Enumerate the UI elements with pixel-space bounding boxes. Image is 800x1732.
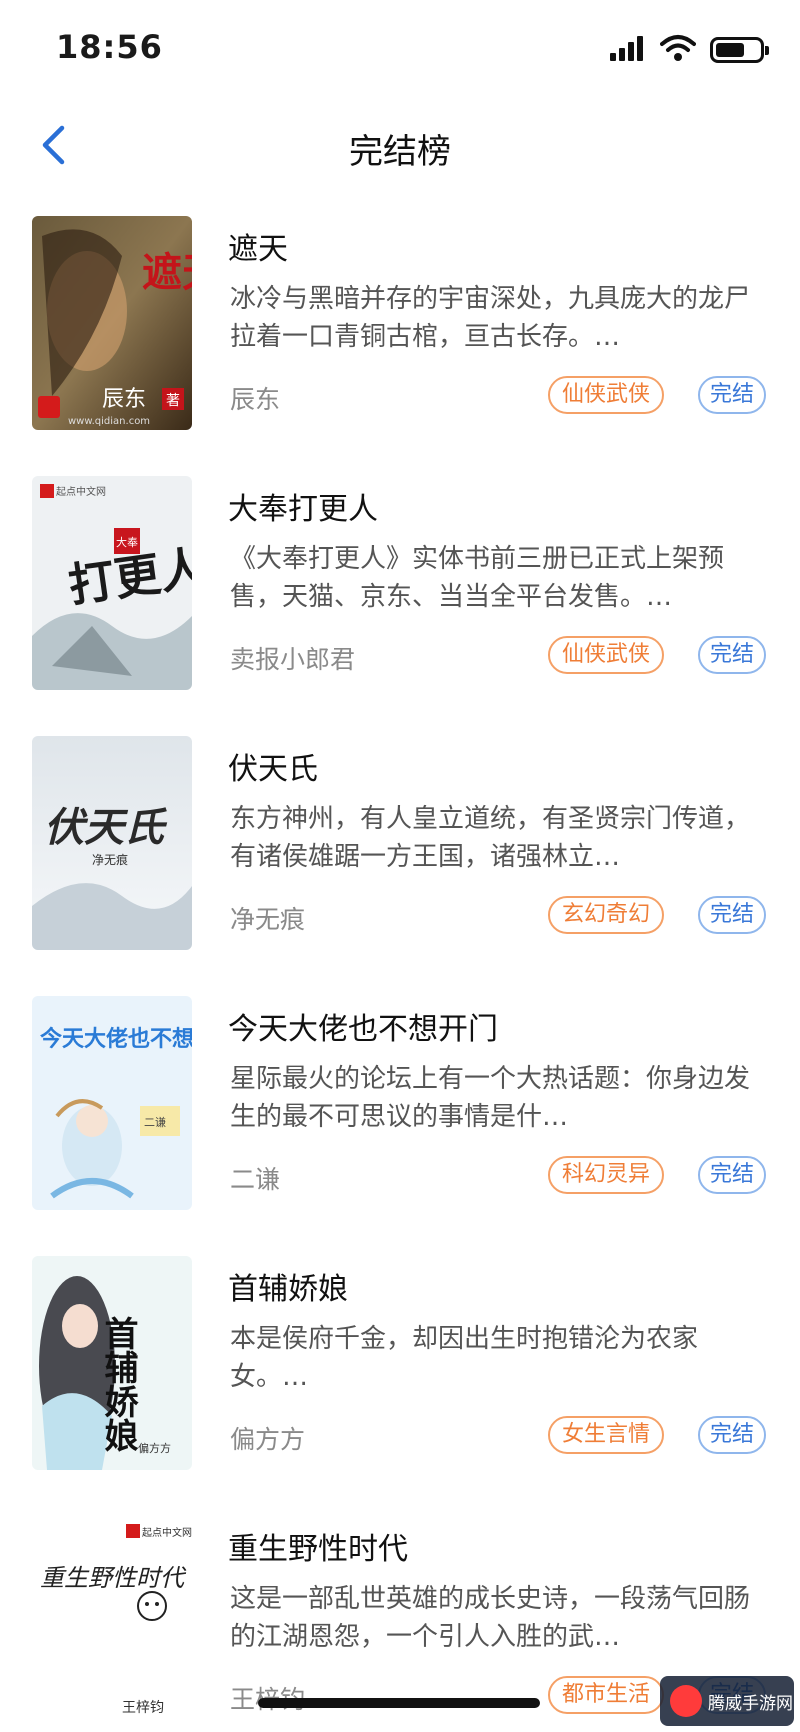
- book-description: 这是一部乱世英雄的成长史诗，一段荡气回肠的江湖恩怨，一个引人入胜的武…: [230, 1584, 750, 1652]
- book-item[interactable]: 打更人 大奉 起点中文网 大奉打更人 《大奉打更人》实体书前三册已正式上架预售，…: [0, 470, 800, 730]
- home-indicator[interactable]: [258, 1698, 540, 1708]
- cover-author-text: 王梓钧: [122, 1700, 164, 1716]
- book-description: 东方神州，有人皇立道统，有圣贤宗门传道，有诸侯雄踞一方王国，诸强林立…: [230, 804, 750, 872]
- book-author: 偏方方: [230, 1425, 306, 1454]
- genre-tag: 仙侠武侠: [548, 376, 665, 414]
- status-bar: 18:56: [0, 0, 800, 100]
- signal-icon: [610, 35, 646, 65]
- book-description: 冰冷与黑暗并存的宇宙深处，九具庞大的龙尸拉着一口青铜古棺，亘古长存。…: [230, 284, 750, 352]
- book-title[interactable]: 今天大佬也不想开门: [228, 1004, 498, 1048]
- book-title[interactable]: 重生野性时代: [228, 1524, 408, 1568]
- status-tag: 完结: [698, 1156, 767, 1194]
- cover-title-text: 首辅娇娘: [98, 1316, 138, 1453]
- status-tag: 完结: [698, 1416, 767, 1454]
- book-cover[interactable]: 今天大佬也不想开门 二谦: [32, 996, 192, 1210]
- book-author: 辰东: [230, 385, 281, 414]
- book-item[interactable]: 今天大佬也不想开门 二谦 今天大佬也不想开门 星际最火的论坛上有一个大热话题：你…: [0, 990, 800, 1250]
- watermark-text: 腾威手游网: [708, 1693, 793, 1714]
- cover-title-text: 今天大佬也不想开门: [40, 1026, 192, 1052]
- cover-publisher-text: 起点中文网: [142, 1526, 192, 1539]
- watermark: 腾威手游网: [660, 1676, 794, 1726]
- genre-tag: 女生言情: [548, 1416, 665, 1454]
- genre-tag: 仙侠武侠: [548, 636, 665, 674]
- cover-author-text: 辰东: [102, 387, 146, 412]
- book-cover[interactable]: 伏天氏 净无痕: [32, 736, 192, 950]
- book-author: 二谦: [230, 1165, 281, 1194]
- cover-title-text: 遮天: [142, 249, 192, 296]
- status-tag: 完结: [698, 636, 767, 674]
- cover-badge-text: 著: [166, 393, 180, 409]
- book-item[interactable]: 首辅娇娘 偏方方 首辅娇娘 本是侯府千金，却因出生时抱错沦为农家女。… 偏方方 …: [0, 1250, 800, 1510]
- book-item[interactable]: 伏天氏 净无痕 伏天氏 东方神州，有人皇立道统，有圣贤宗门传道，有诸侯雄踞一方王…: [0, 730, 800, 990]
- genre-tag: 都市生活: [548, 1676, 665, 1714]
- status-tag: 完结: [698, 896, 767, 934]
- book-title[interactable]: 首辅娇娘: [228, 1264, 348, 1308]
- book-item[interactable]: 遮天 辰东 著 www.qidian.com 遮天 冰冷与黑暗并存的宇宙深处，九…: [0, 210, 800, 470]
- genre-tag: 科幻灵异: [548, 1156, 665, 1194]
- book-description: 《大奉打更人》实体书前三册已正式上架预售，天猫、京东、当当全平台发售。…: [230, 544, 725, 612]
- book-cover[interactable]: 打更人 大奉 起点中文网: [32, 476, 192, 690]
- wifi-icon: [660, 34, 696, 66]
- cover-site-text: www.qidian.com: [68, 416, 150, 427]
- watermark-logo-icon: [670, 1685, 702, 1717]
- book-author: 卖报小郎君: [230, 645, 356, 674]
- book-author: 净无痕: [230, 905, 306, 934]
- status-time: 18:56: [56, 28, 163, 66]
- status-tag: 完结: [698, 376, 767, 414]
- nav-bar: 完结榜: [0, 110, 800, 180]
- book-description: 本是侯府千金，却因出生时抱错沦为农家女。…: [230, 1324, 699, 1392]
- book-cover[interactable]: 起点中文网 重生野性时代 王梓钧: [32, 1516, 192, 1730]
- book-cover[interactable]: 首辅娇娘 偏方方: [32, 1256, 192, 1470]
- book-description: 星际最火的论坛上有一个大热话题：你身边发生的最不可思议的事情是什…: [230, 1064, 750, 1132]
- status-icons: [610, 34, 769, 66]
- page-title: 完结榜: [349, 132, 451, 172]
- battery-icon: [710, 37, 769, 63]
- book-list: 遮天 辰东 著 www.qidian.com 遮天 冰冷与黑暗并存的宇宙深处，九…: [0, 210, 800, 1732]
- genre-tag: 玄幻奇幻: [548, 896, 665, 934]
- book-cover[interactable]: 遮天 辰东 著 www.qidian.com: [32, 216, 192, 430]
- cover-author-text: 偏方方: [138, 1441, 171, 1455]
- book-title[interactable]: 大奉打更人: [228, 484, 378, 528]
- book-title[interactable]: 伏天氏: [228, 744, 318, 788]
- cover-title-text: 重生野性时代: [40, 1564, 187, 1592]
- cover-author-text: 净无痕: [92, 852, 128, 867]
- cover-title-text: 伏天氏: [44, 804, 168, 851]
- cover-badge-text: 大奉: [116, 535, 138, 549]
- cover-author-text: 二谦: [144, 1116, 166, 1129]
- cover-publisher-text: 起点中文网: [56, 485, 106, 498]
- book-title[interactable]: 遮天: [228, 224, 288, 268]
